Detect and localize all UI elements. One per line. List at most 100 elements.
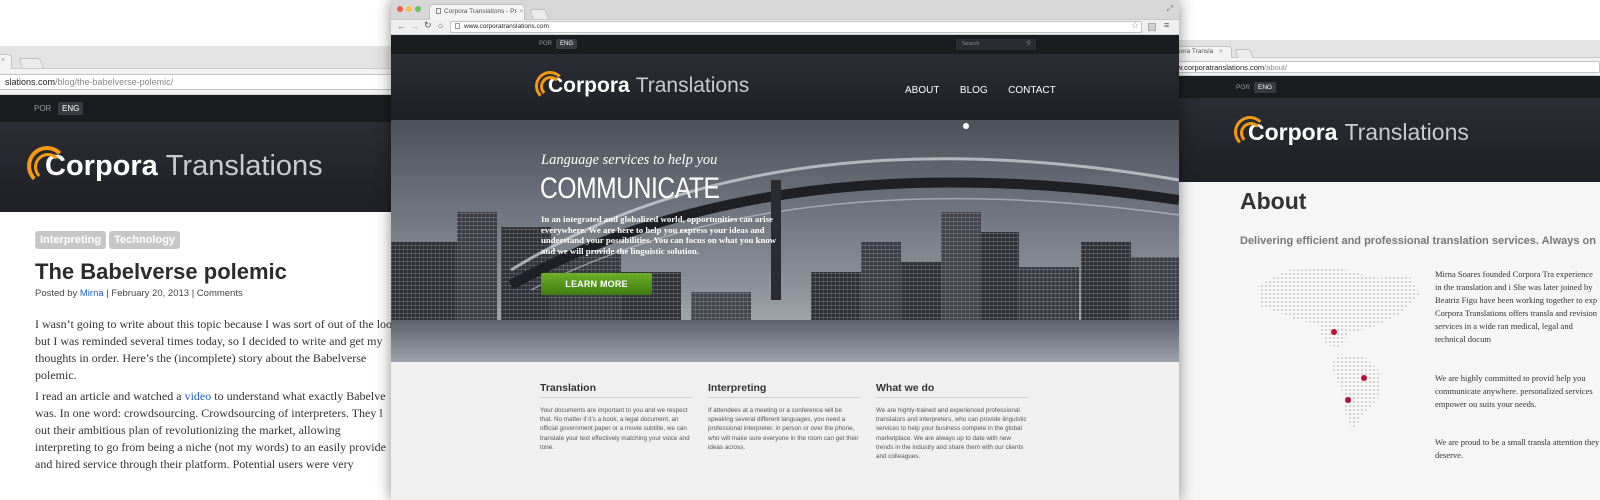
logo-swirl-icon [27, 146, 67, 186]
url-path: /blog/the-babelverse-polemic/ [55, 77, 174, 87]
forward-arrow-icon[interactable]: → [410, 21, 419, 31]
about-paragraph-3: We are proud to be a small transla atten… [1435, 437, 1600, 460]
page-icon [455, 23, 460, 30]
right-browser-window: rpora Transla × w.corporatranslations.com… [1170, 40, 1600, 500]
tag-list: Interpreting Technology [35, 230, 183, 249]
home-icon[interactable]: ⌂ [438, 21, 443, 30]
left-logo[interactable]: Corpora Translations [27, 146, 323, 186]
learn-more-button[interactable]: LEARN MORE [541, 273, 652, 295]
tab-title: rpora Transla [1175, 48, 1214, 55]
comments-link[interactable]: Comments [197, 288, 243, 299]
about-subtitle: Delivering efficient and professional tr… [1240, 235, 1596, 247]
about-paragraph-1: Mirna Soares founded Corpora Tra experie… [1435, 269, 1598, 344]
post-date: February 20, 2013 [111, 288, 190, 299]
left-site-header: Corpora Translations [0, 122, 400, 212]
hero-body: In an integrated and globalized world, o… [541, 214, 777, 256]
hero-title: COMMUNICATE [540, 172, 720, 205]
right-logo[interactable]: Corpora Translations [1234, 116, 1469, 148]
center-language-bar: POR ENG Search ⚲ [391, 35, 1179, 54]
tab-title: Corpora Translations - Pr [444, 8, 517, 15]
nav-contact[interactable]: CONTACT [1008, 85, 1056, 96]
service-interpreting: Interpreting If attendees at a meeting o… [708, 382, 860, 452]
center-address-bar[interactable]: www.corporatranslations.com [450, 21, 1142, 33]
lang-por[interactable]: POR [535, 39, 556, 49]
right-toolbar: w.corporatranslations.com/about/ [1170, 58, 1600, 76]
right-tab[interactable]: rpora Transla × [1170, 46, 1232, 58]
post-title[interactable]: The Babelverse polemic [35, 259, 287, 285]
search-box[interactable]: Search ⚲ [956, 39, 1036, 50]
url-domain: slations.com [5, 77, 56, 87]
menu-icon[interactable]: ≡ [1164, 20, 1169, 30]
tag-interpreting[interactable]: Interpreting [35, 231, 107, 249]
left-browser-window: × slations.com/blog/the-babelverse-polem… [0, 46, 400, 500]
center-tab[interactable]: Corpora Translations - Pr × [429, 4, 525, 20]
traffic-light-icon[interactable] [415, 6, 421, 12]
url-text: www.corporatranslations.com [464, 23, 549, 30]
about-title: About [1240, 188, 1307, 214]
service-translation: Translation Your documents are important… [540, 382, 692, 452]
right-language-bar: POR ENG [1170, 76, 1600, 98]
service-body: Your documents are important to you and … [540, 407, 690, 451]
url-path: /about/ [1264, 63, 1288, 72]
service-what-we-do: What we do We are highly-trained and exp… [876, 382, 1028, 461]
map-marker [1361, 375, 1367, 381]
left-tab[interactable]: × [0, 54, 12, 69]
post-meta: Posted by Mirna | February 20, 2013 | Co… [35, 288, 243, 299]
new-tab-button[interactable] [1234, 49, 1254, 58]
service-title: What we do [876, 382, 1028, 398]
center-tabstrip: Corpora Translations - Pr × ⤢ [391, 0, 1179, 20]
nav-about[interactable]: ABOUT [905, 85, 939, 96]
traffic-light-icon[interactable] [397, 6, 403, 12]
lang-eng[interactable]: ENG [58, 102, 84, 115]
meta-separator: | [106, 288, 109, 299]
paragraph-text-a: I read an article and watched a [35, 389, 185, 403]
close-icon[interactable]: × [1219, 48, 1223, 55]
close-icon[interactable]: × [520, 8, 524, 15]
star-icon[interactable]: ☆ [1131, 20, 1139, 31]
services-section: Translation Your documents are important… [391, 362, 1179, 500]
search-icon[interactable]: ⚲ [1027, 40, 1031, 47]
logo-light-text: Translations [1344, 118, 1469, 145]
right-address-bar[interactable]: w.corporatranslations.com/about/ [1170, 61, 1600, 73]
logo-light-text: Translations [165, 149, 323, 182]
river-reflection [391, 320, 1179, 362]
center-site-header: Corpora Translations ABOUT BLOG CONTACT [391, 54, 1179, 120]
close-icon[interactable]: × [1, 57, 5, 64]
map-marker [1345, 397, 1351, 403]
video-link[interactable]: video [185, 389, 212, 403]
logo-swirl-icon [1234, 116, 1266, 148]
right-site-header: Corpora Translations [1170, 98, 1600, 182]
meta-separator: | [191, 288, 195, 299]
back-arrow-icon[interactable]: ← [397, 21, 406, 31]
tag-technology[interactable]: Technology [109, 231, 181, 249]
right-about-content: About Delivering efficient and professio… [1170, 182, 1600, 500]
extension-icon[interactable] [1148, 23, 1156, 31]
left-article: Interpreting Technology The Babelverse po… [0, 212, 400, 500]
center-browser-window: Corpora Translations - Pr × ⤢ ← → ↻ ⌂ www… [391, 0, 1179, 500]
service-title: Interpreting [708, 382, 860, 398]
author-link[interactable]: Mirna [80, 288, 104, 299]
world-map-dotted [1258, 268, 1420, 430]
lang-eng[interactable]: ENG [556, 39, 578, 49]
center-logo[interactable]: Corpora Translations [535, 71, 749, 101]
hero-banner: Language services to help you COMMUNICAT… [391, 120, 1179, 362]
lang-por[interactable]: POR [30, 102, 55, 115]
logo-light-text: Translations [635, 74, 750, 97]
left-language-bar: POR ENG [0, 95, 400, 122]
service-title: Translation [540, 382, 692, 398]
center-toolbar: ← → ↻ ⌂ www.corporatranslations.com ☆ ≡ [391, 20, 1179, 35]
hero-tagline: Language services to help you [541, 152, 718, 168]
nav-blog[interactable]: BLOG [960, 85, 988, 96]
lang-por[interactable]: POR [1232, 82, 1254, 93]
new-tab-button[interactable] [529, 9, 549, 19]
url-domain: w.corporatranslations.com [1177, 63, 1265, 72]
new-tab-button[interactable] [18, 58, 44, 68]
right-tabstrip: rpora Transla × [1170, 40, 1600, 58]
lang-eng[interactable]: ENG [1254, 82, 1277, 93]
reload-icon[interactable]: ↻ [424, 20, 432, 31]
traffic-light-icon[interactable] [406, 6, 412, 12]
fullscreen-icon[interactable]: ⤢ [1167, 4, 1173, 14]
search-input[interactable]: Search [962, 41, 979, 47]
left-address-bar[interactable]: slations.com/blog/the-babelverse-polemic… [0, 74, 398, 90]
left-tabstrip: × [0, 46, 400, 69]
